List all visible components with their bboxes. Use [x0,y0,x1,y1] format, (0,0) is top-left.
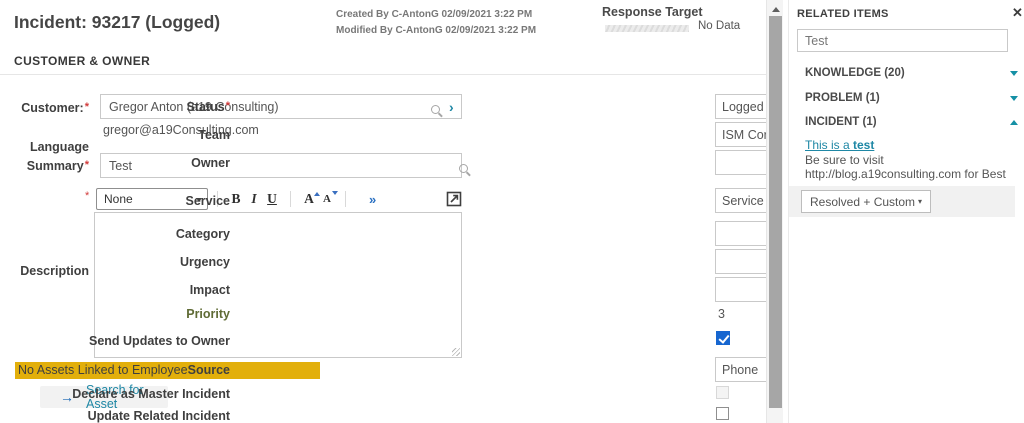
category-field-clip [715,221,766,248]
send-updates-label: Send Updates to Owner [89,334,230,348]
status-field-clip [715,94,766,121]
incident-result-line1: Be sure to visit [805,153,884,167]
service-label: Service [185,194,230,208]
urgency-field-clip [715,249,766,276]
scroll-up-icon [771,3,780,12]
related-items-title: RELATED ITEMS [797,8,889,20]
team-label: Team [198,128,230,142]
summary-search-icon[interactable] [459,164,469,173]
declare-master-checkbox [716,386,729,399]
toolbar-separator [290,191,291,207]
expand-editor-button[interactable] [446,191,462,207]
tab-divider [0,74,766,75]
close-panel-icon[interactable]: ✕ [1012,5,1023,21]
toolbar-separator [345,191,346,207]
team-field-clip [715,122,766,149]
resolved-custom-button[interactable]: Resolved + Custom ▾ [801,190,932,213]
response-target-value: No Data [698,20,741,32]
tab-customer-owner[interactable]: CUSTOMER & OWNER [14,54,150,68]
textarea-resize-handle[interactable] [452,348,460,356]
response-target-progressbar [605,25,689,32]
impact-field-clip [715,277,766,304]
owner-label: Owner [191,156,230,170]
incident-result-line2: http://blog.a19consulting.com for Best [805,167,1006,181]
owner-input[interactable] [715,150,766,175]
priority-value: 3 [718,307,725,321]
section-knowledge[interactable]: KNOWLEDGE (20) [797,61,1024,85]
update-related-checkbox[interactable] [716,407,729,420]
declare-master-label: Declare as Master Incident [72,387,230,401]
urgency-input[interactable] [715,249,766,274]
customer-search-icon[interactable] [431,105,440,114]
chevron-down-icon [1010,95,1018,105]
service-field-clip [715,188,766,215]
toolbar-more-button[interactable]: » [369,192,376,207]
language-label: Language [29,140,89,154]
chevron-down-icon [1010,70,1018,80]
page-title: Incident: 93217 (Logged) [14,12,221,32]
required-marker: * [225,100,230,112]
underline-button[interactable]: U [263,191,281,207]
vertical-scrollbar[interactable] [766,0,783,423]
related-search-input[interactable] [797,29,1008,52]
modified-by-text: Modified By C-AntonG 02/09/2021 3:22 PM [336,25,537,36]
source-field-clip [715,357,766,384]
section-problem[interactable]: PROBLEM (1) [797,86,1024,110]
incident-result-link[interactable]: This is a test [805,138,874,152]
expand-editor-icon [446,191,462,207]
owner-field-clip [715,150,766,177]
chevron-up-icon [1010,116,1018,125]
scroll-up-button[interactable] [767,0,784,15]
update-related-label: Update Related Incident [87,409,230,423]
italic-button[interactable]: I [245,191,263,207]
category-input[interactable] [715,221,766,246]
font-increase-button[interactable]: A [300,191,320,207]
urgency-label: Urgency [179,255,230,269]
category-label: Category [175,227,230,241]
customer-open-chevron-icon[interactable]: › [449,100,454,114]
caret-down-icon [332,191,338,198]
status-input[interactable] [715,94,766,119]
scrollbar-thumb[interactable] [769,16,782,408]
status-label: Status* [186,100,230,114]
source-input[interactable] [715,357,766,382]
source-label: Source [187,363,230,377]
impact-input[interactable] [715,277,766,302]
impact-label: Impact [189,283,230,297]
section-incident[interactable]: INCIDENT (1) [797,110,1024,134]
priority-label: Priority [186,307,230,321]
send-updates-checkbox[interactable] [716,331,730,345]
team-input[interactable] [715,122,766,147]
created-by-text: Created By C-AntonG 02/09/2021 3:22 PM [336,9,533,20]
incident-page: Incident: 93217 (Logged) Created By C-An… [0,0,1024,423]
response-target-label: Response Target [602,5,703,19]
dropdown-caret-icon: ▾ [918,197,923,206]
font-decrease-button[interactable]: A [318,191,338,205]
service-input[interactable] [715,188,766,213]
